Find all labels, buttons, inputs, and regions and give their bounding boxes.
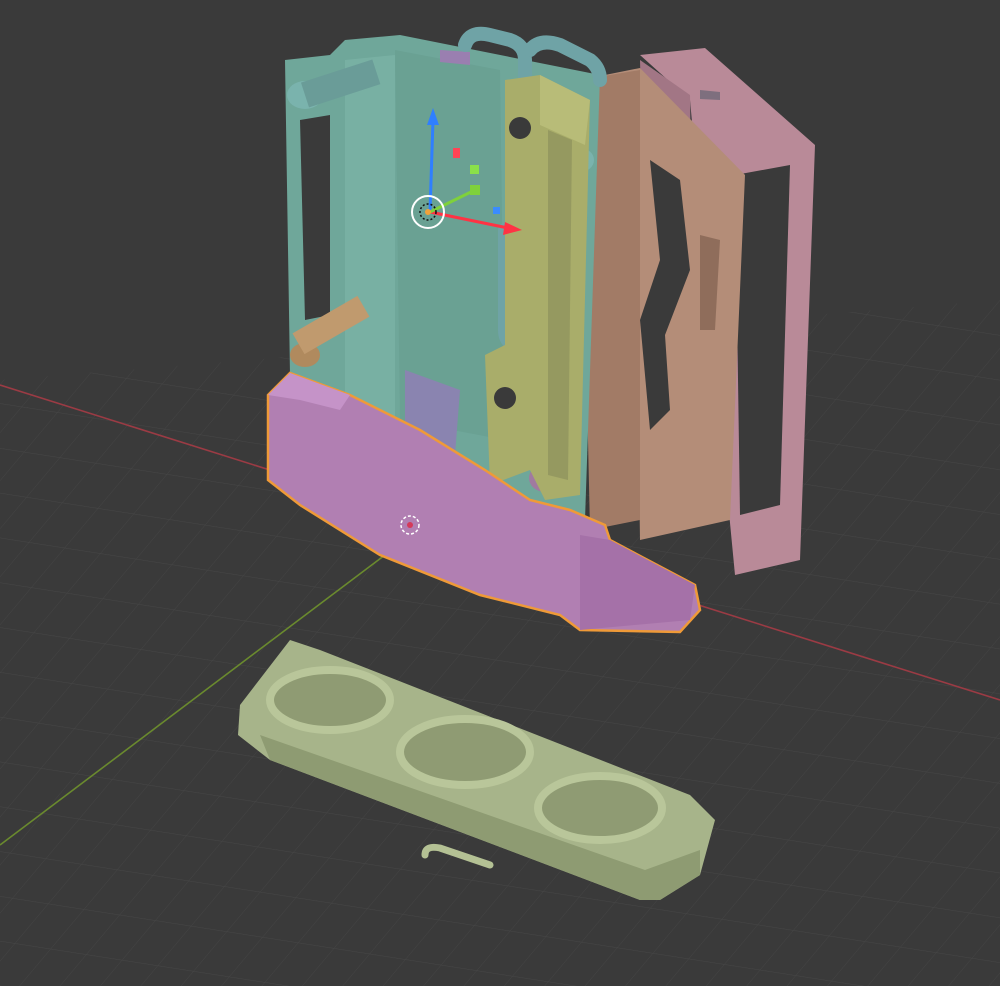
gizmo-y-handle[interactable] bbox=[470, 185, 480, 195]
gizmo-x-plane[interactable] bbox=[453, 148, 460, 158]
3d-viewport[interactable] bbox=[0, 0, 1000, 986]
viewport-canvas[interactable] bbox=[0, 0, 1000, 986]
gizmo-y-plane[interactable] bbox=[470, 165, 479, 174]
pivot-dot-icon bbox=[425, 209, 431, 215]
gizmo-z-plane[interactable] bbox=[493, 207, 500, 214]
